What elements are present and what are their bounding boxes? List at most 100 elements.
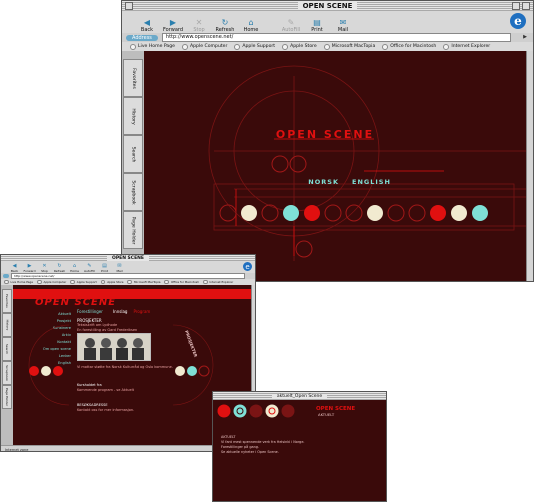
stop-icon: ✕ <box>195 17 203 27</box>
main-scrollbar[interactable] <box>526 51 533 281</box>
tab-label: Search <box>130 146 136 162</box>
favorite-apple-support[interactable]: Apple Support <box>234 43 275 50</box>
address-label: Address <box>126 34 158 41</box>
stop-button[interactable]: ✕ Stop <box>37 263 52 273</box>
lang-norsk-link[interactable]: NORSK <box>308 178 339 186</box>
explorer-bar-tabs: Favorites History Search Scrapbook Page Hold… <box>122 51 145 281</box>
mail-button[interactable]: ✉ Mail <box>330 17 356 34</box>
tab-search[interactable]: Search <box>123 135 143 173</box>
site-logo: OPEN SCENE <box>276 128 374 141</box>
favorite-live-home-page[interactable]: Live Home Page <box>130 43 175 50</box>
favorite-apple-computer[interactable]: Apple Computer <box>182 43 228 50</box>
popup-dot-dark2[interactable] <box>281 404 295 418</box>
nav-dot[interactable] <box>430 205 446 221</box>
nav-dot[interactable] <box>175 366 185 376</box>
refresh-button[interactable]: ↻ Refresh <box>52 263 67 273</box>
popup-dot-teal[interactable] <box>233 404 247 418</box>
tab-favorites[interactable]: Favorites <box>2 289 12 313</box>
status-text: Internet zone <box>5 448 29 452</box>
mail-button[interactable]: ✉ Mail <box>112 263 127 273</box>
back-arrow-icon: ◀ <box>143 17 151 27</box>
popup-dot-red[interactable] <box>217 404 231 418</box>
print-button[interactable]: ▤ Print <box>304 17 330 34</box>
favorite-internet-explorer[interactable]: Internet Explorer <box>203 279 234 285</box>
nav-dot[interactable] <box>387 204 405 222</box>
favorite-office-for-macintosh[interactable]: Office for Macintosh <box>382 43 437 50</box>
favorite-label: Apple Store <box>107 280 124 284</box>
favorite-microsoft-mactopia[interactable]: Microsoft MacTopia <box>127 279 160 285</box>
tab-history[interactable]: History <box>2 313 12 337</box>
go-button[interactable]: ▶ <box>523 34 527 40</box>
favorite-apple-support[interactable]: Apple Support <box>70 279 97 285</box>
nav-dot[interactable] <box>408 204 426 222</box>
favorite-office-for-macintosh[interactable]: Office for Macintosh <box>164 279 200 285</box>
nav-dot[interactable] <box>219 204 237 222</box>
popup-graphics: OPEN SCENE AKTUELT AKTUELTVi fant mest s… <box>217 404 355 454</box>
favorite-microsoft-mactopia[interactable]: Microsoft MacTopia <box>323 43 376 50</box>
favorite-label: Office for Macintosh <box>170 280 200 284</box>
nav-dot[interactable] <box>41 366 51 376</box>
nav-dot[interactable] <box>345 204 363 222</box>
home-button[interactable]: ⌂ Home <box>67 263 82 273</box>
autofill-button[interactable]: ✎ AutoFill <box>278 17 304 34</box>
nav-dot[interactable] <box>324 204 342 222</box>
main-page-content: OPEN SCENE NORSK ENGLISH <box>144 51 526 281</box>
tab-history[interactable]: History <box>123 97 143 135</box>
nav-dot[interactable] <box>187 366 197 376</box>
tab-label: Search <box>5 343 9 355</box>
nav-dot[interactable] <box>472 205 488 221</box>
close-box[interactable] <box>125 2 133 10</box>
favorite-apple-store[interactable]: Apple Store <box>282 43 317 50</box>
site-graphics: OPEN SCENE NORSK ENGLISH <box>208 65 526 261</box>
print-button[interactable]: ▤ Print <box>97 263 112 273</box>
tab-scrapbook[interactable]: Scrapbook <box>2 361 12 385</box>
refresh-icon: ↻ <box>221 17 229 27</box>
nav-dot[interactable] <box>198 365 210 377</box>
refresh-button[interactable]: ↻ Refresh <box>212 17 238 34</box>
tab-label: Page Holder <box>5 387 9 407</box>
nav-dot[interactable] <box>304 205 320 221</box>
zoom-box[interactable] <box>512 2 520 10</box>
favorite-label: Office for Macintosh <box>390 44 437 49</box>
lang-english-link[interactable]: ENGLISH <box>352 178 391 186</box>
favorite-label: Microsoft MacTopia <box>331 44 376 49</box>
tab-label: Scrapbook <box>5 365 9 381</box>
favorite-apple-store[interactable]: Apple Store <box>100 279 124 285</box>
main-title-bar[interactable]: OPEN SCENE <box>122 1 533 11</box>
favorite-page-icon <box>323 43 330 50</box>
popup-title-bar[interactable]: aktuelt_Open Scene <box>213 392 386 400</box>
popup-content: OPEN SCENE AKTUELT AKTUELT Vi fant mest s… <box>213 400 386 501</box>
back-button[interactable]: ◀ Back <box>7 263 22 273</box>
favorite-page-icon <box>130 43 136 50</box>
nav-dot[interactable] <box>451 205 467 221</box>
autofill-button[interactable]: ✎ AutoFill <box>82 263 97 273</box>
nav-dot[interactable] <box>367 205 383 221</box>
nav-dot[interactable] <box>53 366 63 376</box>
nav-dot[interactable] <box>29 366 39 376</box>
tab-favorites[interactable]: Favorites <box>123 59 143 97</box>
tab-page-holder[interactable]: Page Holder <box>2 385 12 409</box>
favorite-page-icon <box>4 279 9 285</box>
tab-scrapbook[interactable]: Scrapbook <box>123 173 143 211</box>
back-button[interactable]: ◀ Back <box>134 17 160 34</box>
tab-search[interactable]: Search <box>2 337 12 361</box>
favorite-apple-computer[interactable]: Apple Computer <box>37 279 66 285</box>
favorite-live-home-page[interactable]: Live Home Page <box>4 279 33 285</box>
forward-button[interactable]: ▶ Forward <box>160 17 186 34</box>
address-field[interactable]: http://www.openscene.net/ <box>161 33 511 42</box>
popup-dot-dark[interactable] <box>249 404 263 418</box>
nav-dot[interactable] <box>241 205 257 221</box>
home-button[interactable]: ⌂ Home <box>238 17 264 34</box>
nav-dot[interactable] <box>283 205 299 221</box>
stop-button[interactable]: ✕ Stop <box>186 17 212 34</box>
nav-dot[interactable] <box>261 204 279 222</box>
favorite-label: Apple Store <box>290 44 317 49</box>
favorite-page-icon <box>203 279 208 285</box>
favorite-label: Apple Computer <box>190 44 228 49</box>
forward-button[interactable]: ▶ Forward <box>22 263 37 273</box>
tab-page-holder[interactable]: Page Holder <box>123 211 143 249</box>
popup-dot-cream[interactable] <box>265 404 279 418</box>
favorite-label: Internet Explorer <box>209 280 234 284</box>
collapse-box[interactable] <box>522 2 530 10</box>
favorite-internet-explorer[interactable]: Internet Explorer <box>443 43 490 50</box>
